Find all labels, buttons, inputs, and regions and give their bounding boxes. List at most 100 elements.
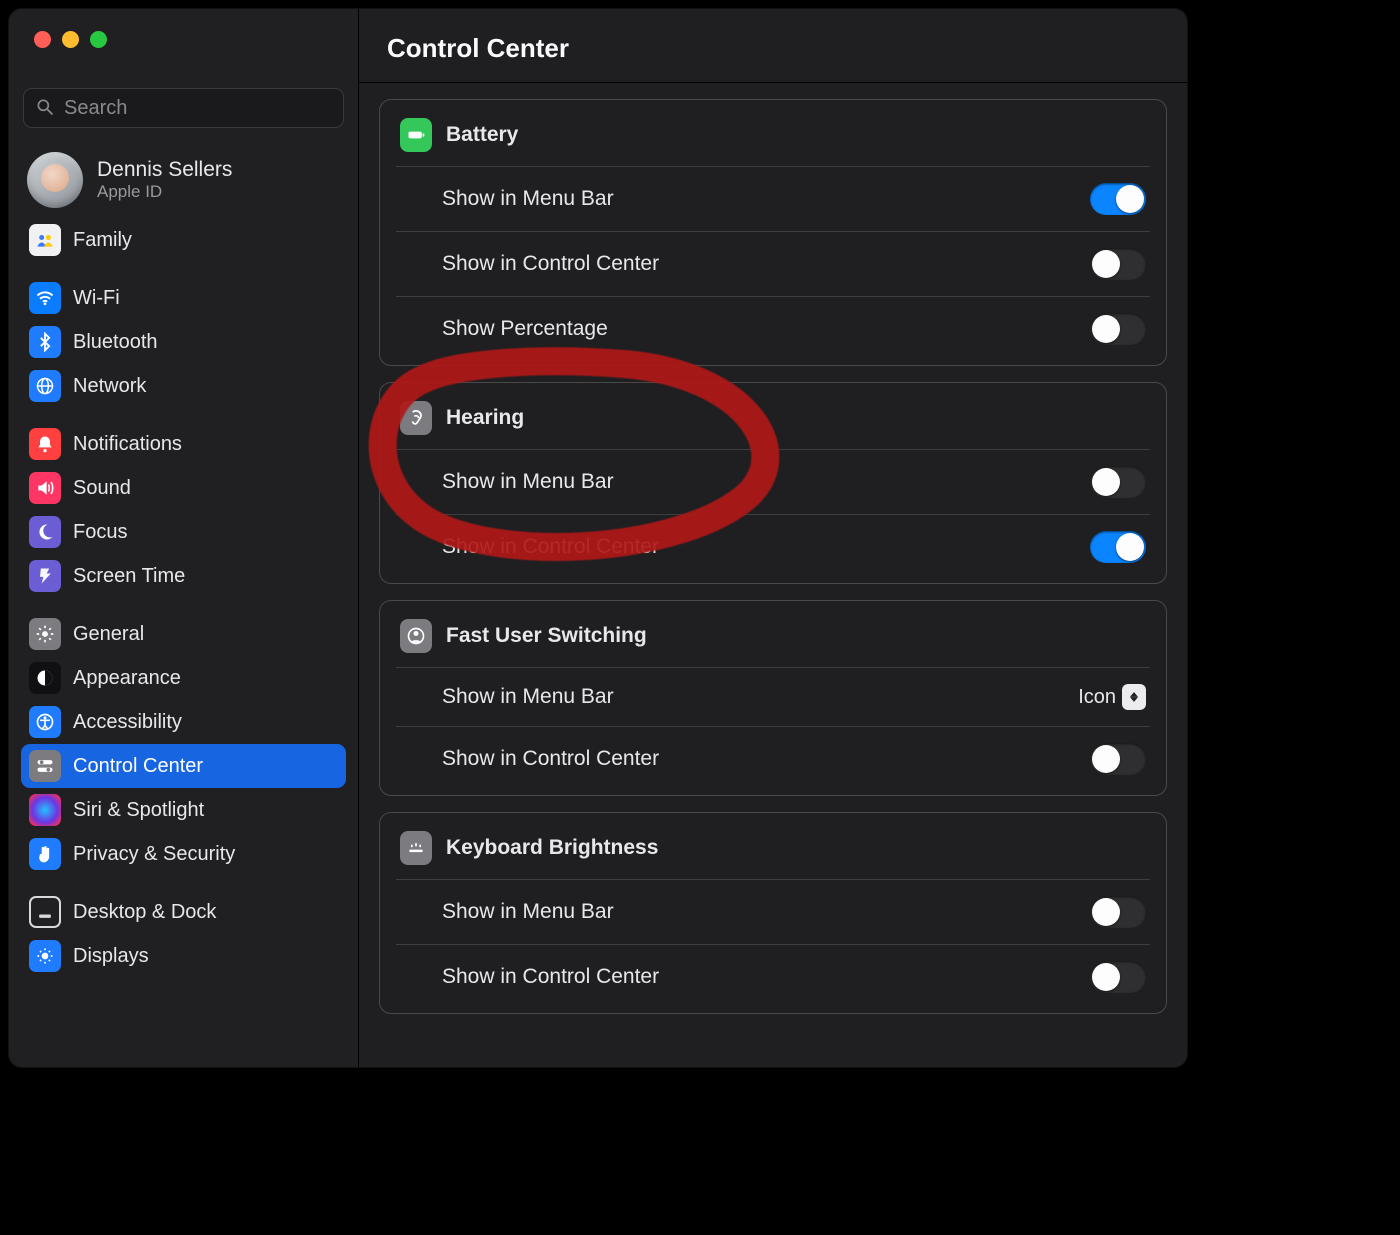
row-fus-cc: Show in Control Center <box>396 727 1150 791</box>
toggle-battery-menubar[interactable] <box>1090 183 1146 215</box>
sidebar-item-label: Network <box>73 375 146 398</box>
wifi-icon <box>29 282 61 314</box>
fullscreen-button[interactable] <box>90 31 107 48</box>
toggle-kb-cc[interactable] <box>1090 961 1146 993</box>
displays-icon <box>29 940 61 972</box>
search-icon <box>35 97 55 117</box>
sidebar-item-label: Bluetooth <box>73 331 158 354</box>
sidebar-item-wifi[interactable]: Wi-Fi <box>21 276 346 320</box>
row-label: Show in Menu Bar <box>442 187 614 211</box>
section-hearing: Hearing Show in Menu Bar Show in Control… <box>379 382 1167 584</box>
desktop-icon <box>29 896 61 928</box>
sidebar-item-accessibility[interactable]: Accessibility <box>21 700 346 744</box>
sidebar-item-network[interactable]: Network <box>21 364 346 408</box>
section-battery: Battery Show in Menu Bar Show in Control… <box>379 99 1167 366</box>
sidebar-item-label: Privacy & Security <box>73 843 235 866</box>
updown-icon <box>1122 684 1146 710</box>
settings-window: Dennis Sellers Apple ID Family Wi-Fi Blu… <box>8 8 1188 1068</box>
sidebar-item-privacy[interactable]: Privacy & Security <box>21 832 346 876</box>
row-battery-percentage: Show Percentage <box>396 297 1150 361</box>
sidebar-account[interactable]: Dennis Sellers Apple ID <box>9 128 358 216</box>
user-icon <box>400 619 432 653</box>
notifications-icon <box>29 428 61 460</box>
search-input[interactable] <box>23 88 344 128</box>
row-battery-menubar: Show in Menu Bar <box>396 167 1150 232</box>
sidebar-item-focus[interactable]: Focus <box>21 510 346 554</box>
family-icon <box>29 224 61 256</box>
row-label: Show Percentage <box>442 317 608 341</box>
sidebar-item-general[interactable]: General <box>21 612 346 656</box>
section-title: Keyboard Brightness <box>446 836 658 860</box>
sidebar-item-displays[interactable]: Displays <box>21 934 346 978</box>
section-title: Hearing <box>446 406 524 430</box>
appearance-icon <box>29 662 61 694</box>
row-label: Show in Menu Bar <box>442 470 614 494</box>
close-button[interactable] <box>34 31 51 48</box>
content: Control Center Battery Show in Menu Bar … <box>359 9 1187 1067</box>
toggle-hearing-menubar[interactable] <box>1090 466 1146 498</box>
content-scroll[interactable]: Battery Show in Menu Bar Show in Control… <box>359 83 1187 1067</box>
sidebar-item-label: Displays <box>73 945 149 968</box>
sidebar-item-label: Wi-Fi <box>73 287 120 310</box>
row-battery-cc: Show in Control Center <box>396 232 1150 297</box>
sidebar-item-label: Screen Time <box>73 565 185 588</box>
toggle-battery-percentage[interactable] <box>1090 313 1146 345</box>
row-label: Show in Control Center <box>442 535 659 559</box>
toggle-battery-cc[interactable] <box>1090 248 1146 280</box>
network-icon <box>29 370 61 402</box>
row-fus-menubar: Show in Menu Bar Icon <box>396 668 1150 727</box>
sidebar-item-label: Sound <box>73 477 131 500</box>
window-controls <box>9 9 358 48</box>
sidebar-item-notifications[interactable]: Notifications <box>21 422 346 466</box>
search-field[interactable] <box>23 88 344 128</box>
account-sub: Apple ID <box>97 182 232 202</box>
sidebar-item-label: Appearance <box>73 667 181 690</box>
sidebar-item-label: Desktop & Dock <box>73 901 216 924</box>
section-title: Battery <box>446 123 518 147</box>
screentime-icon <box>29 560 61 592</box>
header: Control Center <box>359 9 1187 83</box>
sidebar-item-siri[interactable]: Siri & Spotlight <box>21 788 346 832</box>
sidebar-item-label: Focus <box>73 521 127 544</box>
row-kb-cc: Show in Control Center <box>396 945 1150 1009</box>
toggle-hearing-cc[interactable] <box>1090 531 1146 563</box>
row-label: Show in Menu Bar <box>442 900 614 924</box>
sidebar-item-appearance[interactable]: Appearance <box>21 656 346 700</box>
select-value: Icon <box>1078 686 1116 709</box>
minimize-button[interactable] <box>62 31 79 48</box>
account-name: Dennis Sellers <box>97 158 232 182</box>
row-label: Show in Control Center <box>442 747 659 771</box>
toggle-kb-menubar[interactable] <box>1090 896 1146 928</box>
row-label: Show in Menu Bar <box>442 685 614 709</box>
section-title: Fast User Switching <box>446 624 647 648</box>
sidebar-item-label: Control Center <box>73 755 203 778</box>
sidebar-item-screentime[interactable]: Screen Time <box>21 554 346 598</box>
row-hearing-menubar: Show in Menu Bar <box>396 450 1150 515</box>
sidebar-item-family[interactable]: Family <box>21 218 346 262</box>
bluetooth-icon <box>29 326 61 358</box>
sidebar-item-label: Family <box>73 229 132 252</box>
sidebar-item-bluetooth[interactable]: Bluetooth <box>21 320 346 364</box>
sidebar: Dennis Sellers Apple ID Family Wi-Fi Blu… <box>9 9 359 1067</box>
battery-icon <box>400 118 432 152</box>
row-label: Show in Control Center <box>442 965 659 989</box>
row-label: Show in Control Center <box>442 252 659 276</box>
row-kb-menubar: Show in Menu Bar <box>396 880 1150 945</box>
row-hearing-cc: Show in Control Center <box>396 515 1150 579</box>
sidebar-item-label: General <box>73 623 144 646</box>
controlcenter-icon <box>29 750 61 782</box>
focus-icon <box>29 516 61 548</box>
hearing-icon <box>400 401 432 435</box>
avatar <box>27 152 83 208</box>
section-fast-user-switching: Fast User Switching Show in Menu Bar Ico… <box>379 600 1167 796</box>
sidebar-item-controlcenter[interactable]: Control Center <box>21 744 346 788</box>
sidebar-item-desktop[interactable]: Desktop & Dock <box>21 890 346 934</box>
privacy-icon <box>29 838 61 870</box>
section-keyboard-brightness: Keyboard Brightness Show in Menu Bar Sho… <box>379 812 1167 1014</box>
select-fus-menubar[interactable]: Icon <box>1078 684 1146 710</box>
sidebar-item-sound[interactable]: Sound <box>21 466 346 510</box>
general-icon <box>29 618 61 650</box>
toggle-fus-cc[interactable] <box>1090 743 1146 775</box>
sidebar-item-label: Notifications <box>73 433 182 456</box>
keyboard-brightness-icon <box>400 831 432 865</box>
